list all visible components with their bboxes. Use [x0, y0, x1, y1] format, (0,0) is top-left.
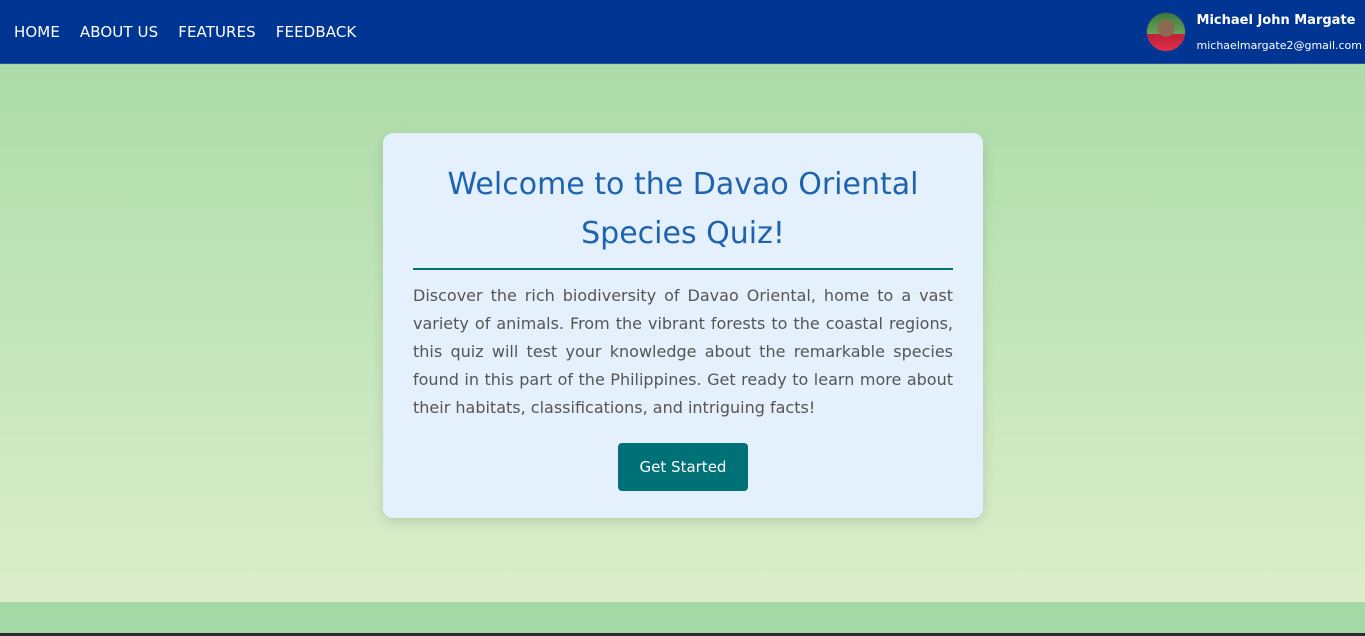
footer-band — [0, 602, 1365, 633]
hero-section: Welcome to the Davao Oriental Species Qu… — [0, 65, 1365, 602]
navbar: HOME ABOUT US FEATURES FEEDBACK Michael … — [0, 0, 1365, 64]
nav-link-features[interactable]: FEATURES — [178, 23, 256, 41]
button-container: Get Started — [413, 443, 953, 491]
nav-links: HOME ABOUT US FEATURES FEEDBACK — [0, 23, 376, 41]
nav-link-about-us[interactable]: ABOUT US — [80, 23, 158, 41]
profile-text: Michael John Margate michaelmargate2@gma… — [1197, 13, 1362, 53]
get-started-button[interactable]: Get Started — [618, 443, 748, 491]
nav-link-feedback[interactable]: FEEDBACK — [276, 23, 357, 41]
nav-link-home[interactable]: HOME — [14, 23, 60, 41]
welcome-card: Welcome to the Davao Oriental Species Qu… — [383, 133, 983, 518]
profile-email: michaelmargate2@gmail.com — [1196, 39, 1362, 52]
welcome-description: Discover the rich biodiversity of Davao … — [413, 286, 953, 417]
user-profile[interactable]: Michael John Margate michaelmargate2@gma… — [1145, 0, 1365, 64]
profile-name: Michael John Margate — [1196, 13, 1356, 28]
page-title: Welcome to the Davao Oriental Species Qu… — [413, 160, 953, 270]
avatar[interactable] — [1145, 11, 1186, 52]
